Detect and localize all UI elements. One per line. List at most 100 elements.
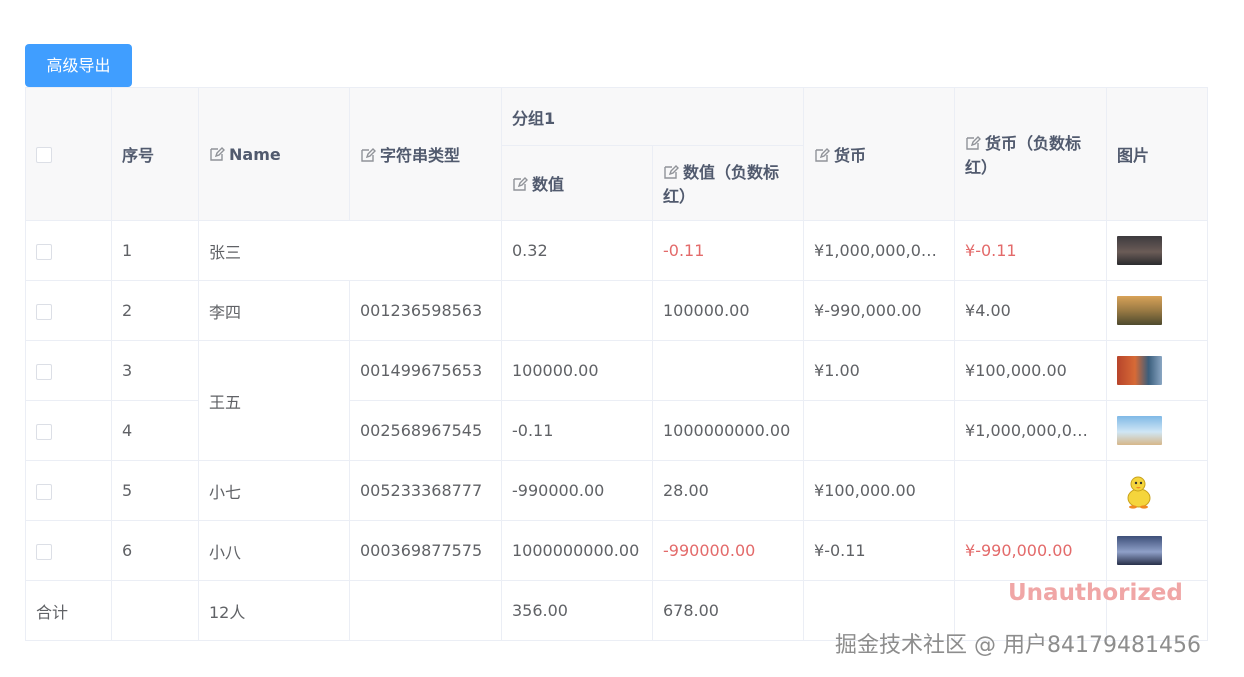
header-index-label: 序号 [122,146,155,165]
header-number-neg-red: 数值（负数标红） [651,145,805,221]
row-checkbox[interactable] [36,483,52,500]
header-currency-label: 货币 [834,146,867,165]
cell-currency-neg-red: ¥4.00 [954,280,1108,341]
header-image-label: 图片 [1117,146,1150,165]
cell-number-neg-red: 1000000000.00 [651,400,805,461]
cell-number-neg-red: -990000.00 [651,520,805,581]
thumbnail-image[interactable] [1117,236,1163,265]
thumbnail-image[interactable] [1117,356,1163,385]
cell-image [1106,220,1209,281]
table-row[interactable]: 3 王五 001499675653 100000.00 ¥1.00 ¥100,0… [25,340,1209,461]
row-checkbox-cell [25,400,112,461]
cell-currency-neg-red: ¥100,000.00 [954,340,1108,401]
select-all-checkbox[interactable] [36,147,52,163]
cell-string-type: 001499675653 [349,340,502,401]
edit-icon [664,165,679,179]
duck-sticker-image[interactable] [1117,471,1162,511]
footer-string-type [349,580,502,641]
cell-number [501,280,653,341]
site-watermark: 掘金技术社区 @ 用户84179481456 [835,633,1201,658]
cell-number: -990000.00 [501,460,653,521]
table-row[interactable]: 5 小七 005233368777 -990000.00 28.00 ¥100,… [25,460,1209,521]
footer-number-neg-red: 678.00 [651,580,805,641]
cell-index: 5 [111,460,199,521]
thumbnail-image[interactable] [1117,416,1163,445]
cell-index: 3 [111,340,199,401]
row-checkbox[interactable] [36,303,52,320]
header-number-neg-red-label: 数值（负数标红） [663,163,780,206]
cell-image [1106,520,1209,581]
cell-name: 李四 [198,280,350,341]
header-number: 数值 [501,145,653,221]
table-row[interactable]: 2 李四 001236598563 100000.00 ¥-990,000.00… [25,280,1209,341]
cell-string-type: 001236598563 [349,280,502,341]
unauthorized-watermark: Unauthorized [1008,580,1183,606]
table-row[interactable]: 1 张三 0.32 -0.11 ¥1,000,000,000... ¥-0.11 [25,220,1209,281]
cell-index: 2 [111,280,199,341]
edit-icon [966,136,982,150]
cell-number-neg-red: 28.00 [651,460,805,521]
cell-name: 张三 [198,220,502,281]
cell-number: -0.11 [501,400,653,461]
edit-icon [361,148,376,162]
header-name: Name [198,87,350,221]
row-checkbox[interactable] [36,543,52,560]
cell-currency-neg-red: ¥-990,000.00 [954,520,1108,581]
row-checkbox-cell [25,520,112,581]
header-index: 序号 [111,87,199,221]
footer-number: 356.00 [501,580,653,641]
header-number-label: 数值 [532,175,565,194]
row-checkbox[interactable] [36,363,52,380]
cell-currency: ¥-0.11 [803,520,956,581]
cell-number: 100000.00 [501,340,653,401]
data-table: 序号 Name 字符串类型 分组1 货币 货币（负数标红） 图片 数值 数值（负… [25,87,1209,641]
cell-string-type: 000369877575 [349,520,502,581]
cell-image [1106,460,1209,521]
cell-name: 王五 [198,340,350,461]
cell-string-type: 002568967545 [349,400,502,461]
advanced-export-button[interactable]: 高级导出 [25,44,132,87]
cell-name: 小七 [198,460,350,521]
cell-image [1106,400,1209,461]
row-checkbox[interactable] [36,423,52,440]
cell-currency: ¥100,000.00 [803,460,956,521]
thumbnail-image[interactable] [1117,296,1163,325]
cell-currency: ¥-990,000.00 [803,280,956,341]
header-currency: 货币 [803,87,956,221]
footer-name: 12人 [198,580,350,641]
cell-currency-neg-red [954,460,1108,521]
cell-currency-neg-red: ¥-0.11 [954,220,1108,281]
header-currency-neg-red: 货币（负数标红） [954,87,1108,221]
thumbnail-image[interactable] [1117,536,1163,565]
table-row[interactable]: 6 小八 000369877575 1000000000.00 -990000.… [25,520,1209,581]
row-checkbox-cell [25,340,112,401]
header-select-all [25,87,112,221]
cell-number-neg-red: -0.11 [651,220,805,281]
edit-icon [513,177,528,191]
header-image: 图片 [1106,87,1209,221]
row-checkbox-cell [25,460,112,521]
edit-icon [210,146,225,161]
header-group1: 分组1 [500,87,805,146]
cell-currency [803,400,956,461]
cell-name: 小八 [198,520,350,581]
row-checkbox-cell [25,280,112,341]
row-checkbox[interactable] [36,243,52,260]
footer-index [111,580,199,641]
header-string-type: 字符串类型 [349,87,502,221]
row-checkbox-cell [25,220,112,281]
header-group1-label: 分组1 [512,108,556,128]
footer-label: 合计 [25,580,112,641]
cell-number-neg-red: 100000.00 [651,280,805,341]
cell-currency: ¥1,000,000,000... [803,220,956,281]
cell-currency: ¥1.00 [803,340,956,401]
cell-string-type: 005233368777 [349,460,502,521]
cell-image [1106,340,1209,401]
cell-number: 1000000000.00 [501,520,653,581]
header-name-label: Name [229,144,281,164]
edit-icon [815,148,831,162]
cell-number: 0.32 [501,220,653,281]
header-currency-neg-red-label: 货币（负数标红） [965,134,1082,177]
cell-currency-neg-red: ¥1,000,000,000... [954,400,1108,461]
cell-index: 6 [111,520,199,581]
